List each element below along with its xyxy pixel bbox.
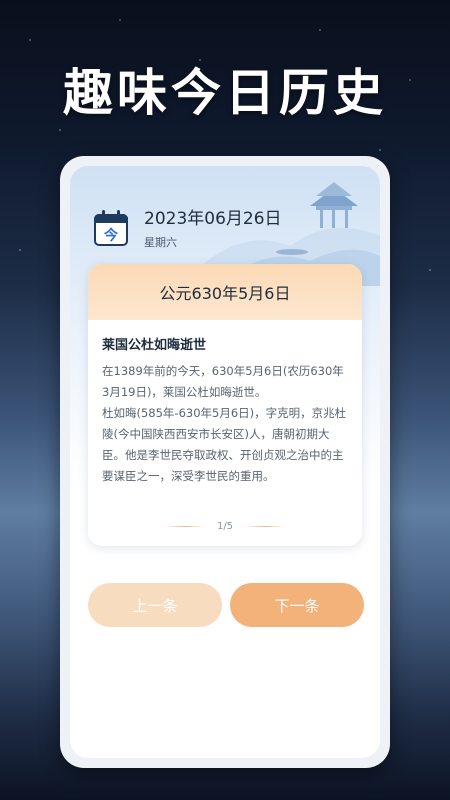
current-date: 2023年06月26日 [144,209,282,229]
promo-headline: 趣味今日历史 [63,64,387,122]
event-description: 在1389年前的今天，630年5月6日(农历630年3月19日)，莱国公杜如晦逝… [102,361,348,487]
event-date-header: 公元630年5月6日 [88,264,362,320]
page-indicator: 1/5 [88,521,362,532]
next-button[interactable]: 下一条 [230,583,364,627]
divider [164,526,205,527]
event-paragraph: 杜如晦(585年-630年5月6日)，字克明，京兆杜陵(今中国陕西西安市长安区)… [102,406,347,483]
event-title: 莱国公杜如晦逝世 [102,338,207,353]
app-screen: 今 2023年06月26日 星期六 公元630年5月6日 莱国公杜如晦逝世 在1… [70,166,380,758]
divider [245,526,286,527]
event-paragraph: 在1389年前的今天，630年5月6日(农历630年3月19日)，莱国公杜如晦逝… [102,364,344,399]
previous-button[interactable]: 上一条 [88,583,222,627]
calendar-icon: 今 [94,210,132,248]
date-header: 今 2023年06月26日 星期六 [94,208,282,250]
phone-frame: 今 2023年06月26日 星期六 公元630年5月6日 莱国公杜如晦逝世 在1… [60,156,390,768]
weekday: 星期六 [144,236,177,249]
page-count: 1/5 [216,521,234,532]
history-event-card: 公元630年5月6日 莱国公杜如晦逝世 在1389年前的今天，630年5月6日(… [88,264,362,546]
